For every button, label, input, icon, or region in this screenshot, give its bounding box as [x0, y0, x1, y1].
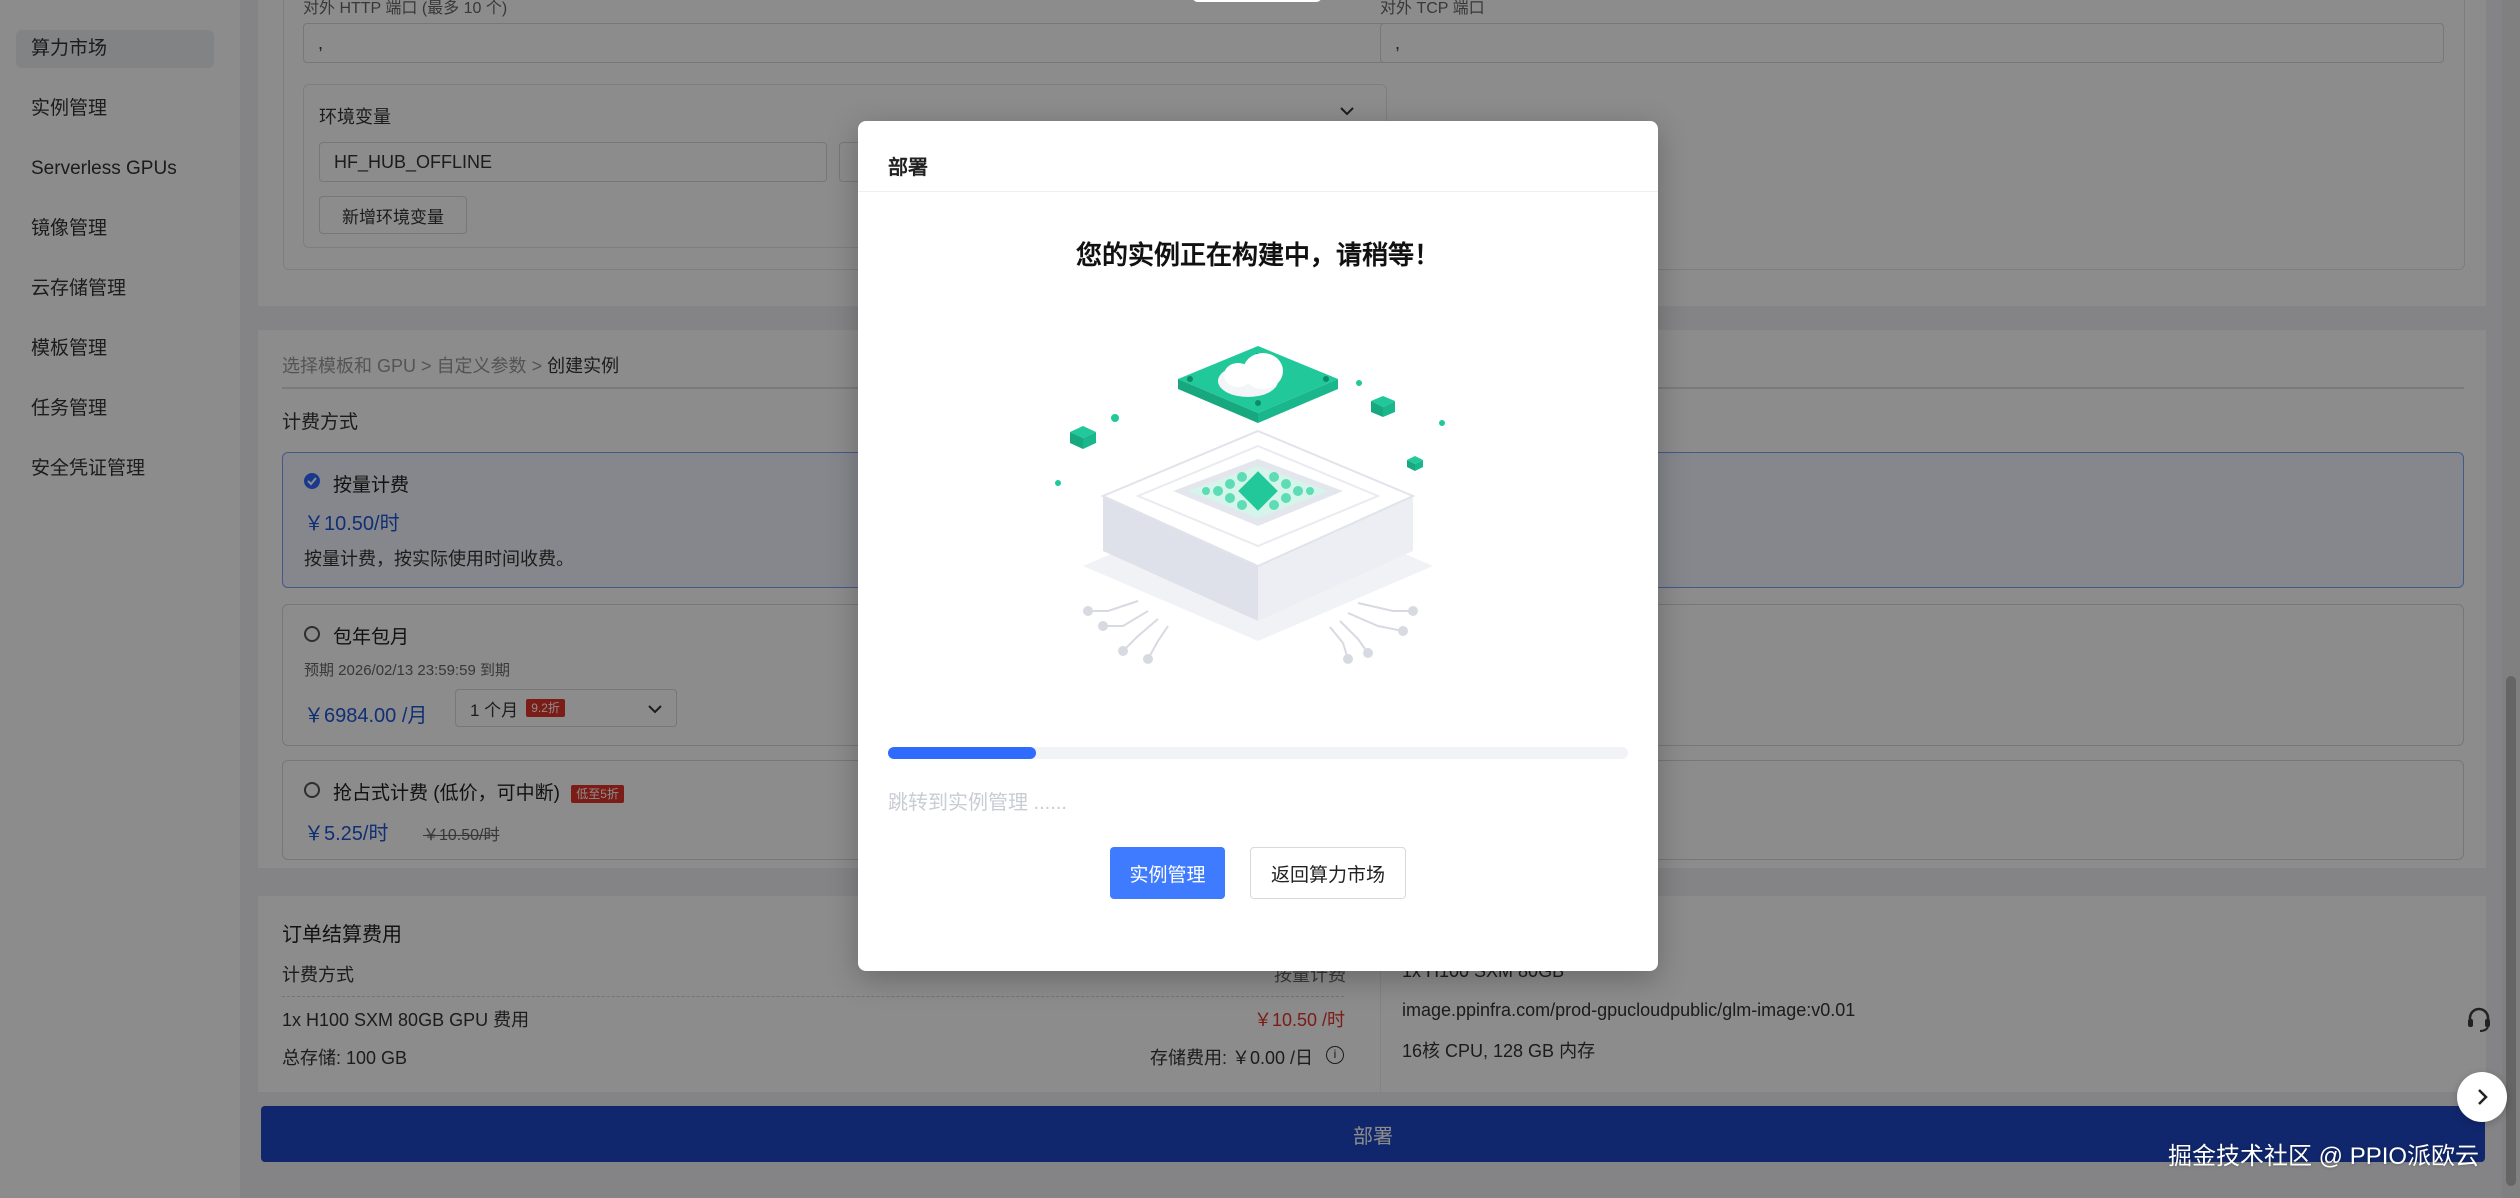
server-building-illustration [1055, 346, 1445, 664]
watermark: 掘金技术社区 @ PPIO派欧云 [2168, 1143, 2480, 1170]
headset-icon[interactable] [2457, 997, 2501, 1041]
deploy-modal: 部署 您的实例正在构建中，请稍等！ 跳转到实例管理 ...... 实例管理 返回… [858, 121, 1658, 971]
modal-title: 部署 [888, 157, 928, 179]
back-to-market-button[interactable]: 返回算力市场 [1250, 847, 1406, 899]
modal-heading: 您的实例正在构建中，请稍等！ [1075, 240, 1440, 270]
instance-management-button[interactable]: 实例管理 [1110, 847, 1225, 899]
chevron-right-icon[interactable] [2457, 1072, 2507, 1122]
build-progress-fill [888, 747, 1036, 759]
build-progress-bar [888, 747, 1628, 759]
modal-divider [858, 191, 1658, 192]
top-tab-handle [1192, 0, 1322, 2]
redirect-text: 跳转到实例管理 ...... [888, 792, 1067, 814]
